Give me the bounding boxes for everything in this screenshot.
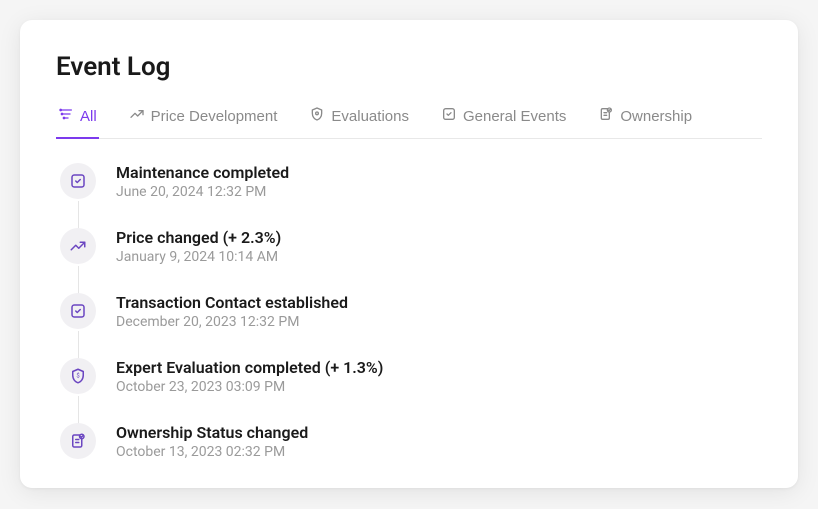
tab-label: All — [80, 108, 97, 125]
shield-icon — [309, 106, 325, 126]
event-title: Price changed (+ 2.3%) — [116, 228, 281, 247]
svg-text:$: $ — [76, 373, 80, 380]
event-title: Maintenance completed — [116, 163, 289, 182]
check-square-icon — [60, 293, 96, 329]
event-timeline: Maintenance completed June 20, 2024 12:3… — [56, 163, 762, 460]
check-square-icon — [60, 163, 96, 199]
tab-label: Price Development — [151, 108, 278, 125]
event-item[interactable]: $ Expert Evaluation completed (+ 1.3%) O… — [60, 358, 762, 423]
doc-check-icon — [60, 423, 96, 459]
event-log-card: Event Log All Pr — [20, 20, 798, 488]
doc-check-icon — [598, 106, 614, 126]
event-content: Price changed (+ 2.3%) January 9, 2024 1… — [116, 228, 281, 265]
trend-icon — [60, 228, 96, 264]
check-square-icon — [441, 106, 457, 126]
event-date: December 20, 2023 12:32 PM — [116, 314, 348, 330]
tab-all[interactable]: All — [56, 106, 99, 138]
event-date: October 23, 2023 03:09 PM — [116, 379, 383, 395]
tabs-bar: All Price Development Evaluations — [56, 106, 762, 139]
page-title: Event Log — [56, 52, 762, 82]
event-content: Transaction Contact established December… — [116, 293, 348, 330]
event-date: June 20, 2024 12:32 PM — [116, 184, 289, 200]
event-title: Expert Evaluation completed (+ 1.3%) — [116, 358, 383, 377]
trend-icon — [129, 106, 145, 126]
event-title: Transaction Contact established — [116, 293, 348, 312]
filter-icon — [58, 106, 74, 126]
tab-label: Ownership — [620, 108, 692, 125]
event-item[interactable]: Ownership Status changed October 13, 202… — [60, 423, 762, 460]
event-content: Expert Evaluation completed (+ 1.3%) Oct… — [116, 358, 383, 395]
tab-evaluations[interactable]: Evaluations — [307, 106, 411, 138]
event-item[interactable]: Price changed (+ 2.3%) January 9, 2024 1… — [60, 228, 762, 293]
event-date: October 13, 2023 02:32 PM — [116, 444, 308, 460]
tab-price-development[interactable]: Price Development — [127, 106, 280, 138]
tab-label: General Events — [463, 108, 566, 125]
tab-general-events[interactable]: General Events — [439, 106, 568, 138]
event-item[interactable]: Transaction Contact established December… — [60, 293, 762, 358]
tab-ownership[interactable]: Ownership — [596, 106, 694, 138]
event-date: January 9, 2024 10:14 AM — [116, 249, 281, 265]
tab-label: Evaluations — [331, 108, 409, 125]
event-title: Ownership Status changed — [116, 423, 308, 442]
event-content: Ownership Status changed October 13, 202… — [116, 423, 308, 460]
event-item[interactable]: Maintenance completed June 20, 2024 12:3… — [60, 163, 762, 228]
shield-icon: $ — [60, 358, 96, 394]
event-content: Maintenance completed June 20, 2024 12:3… — [116, 163, 289, 200]
